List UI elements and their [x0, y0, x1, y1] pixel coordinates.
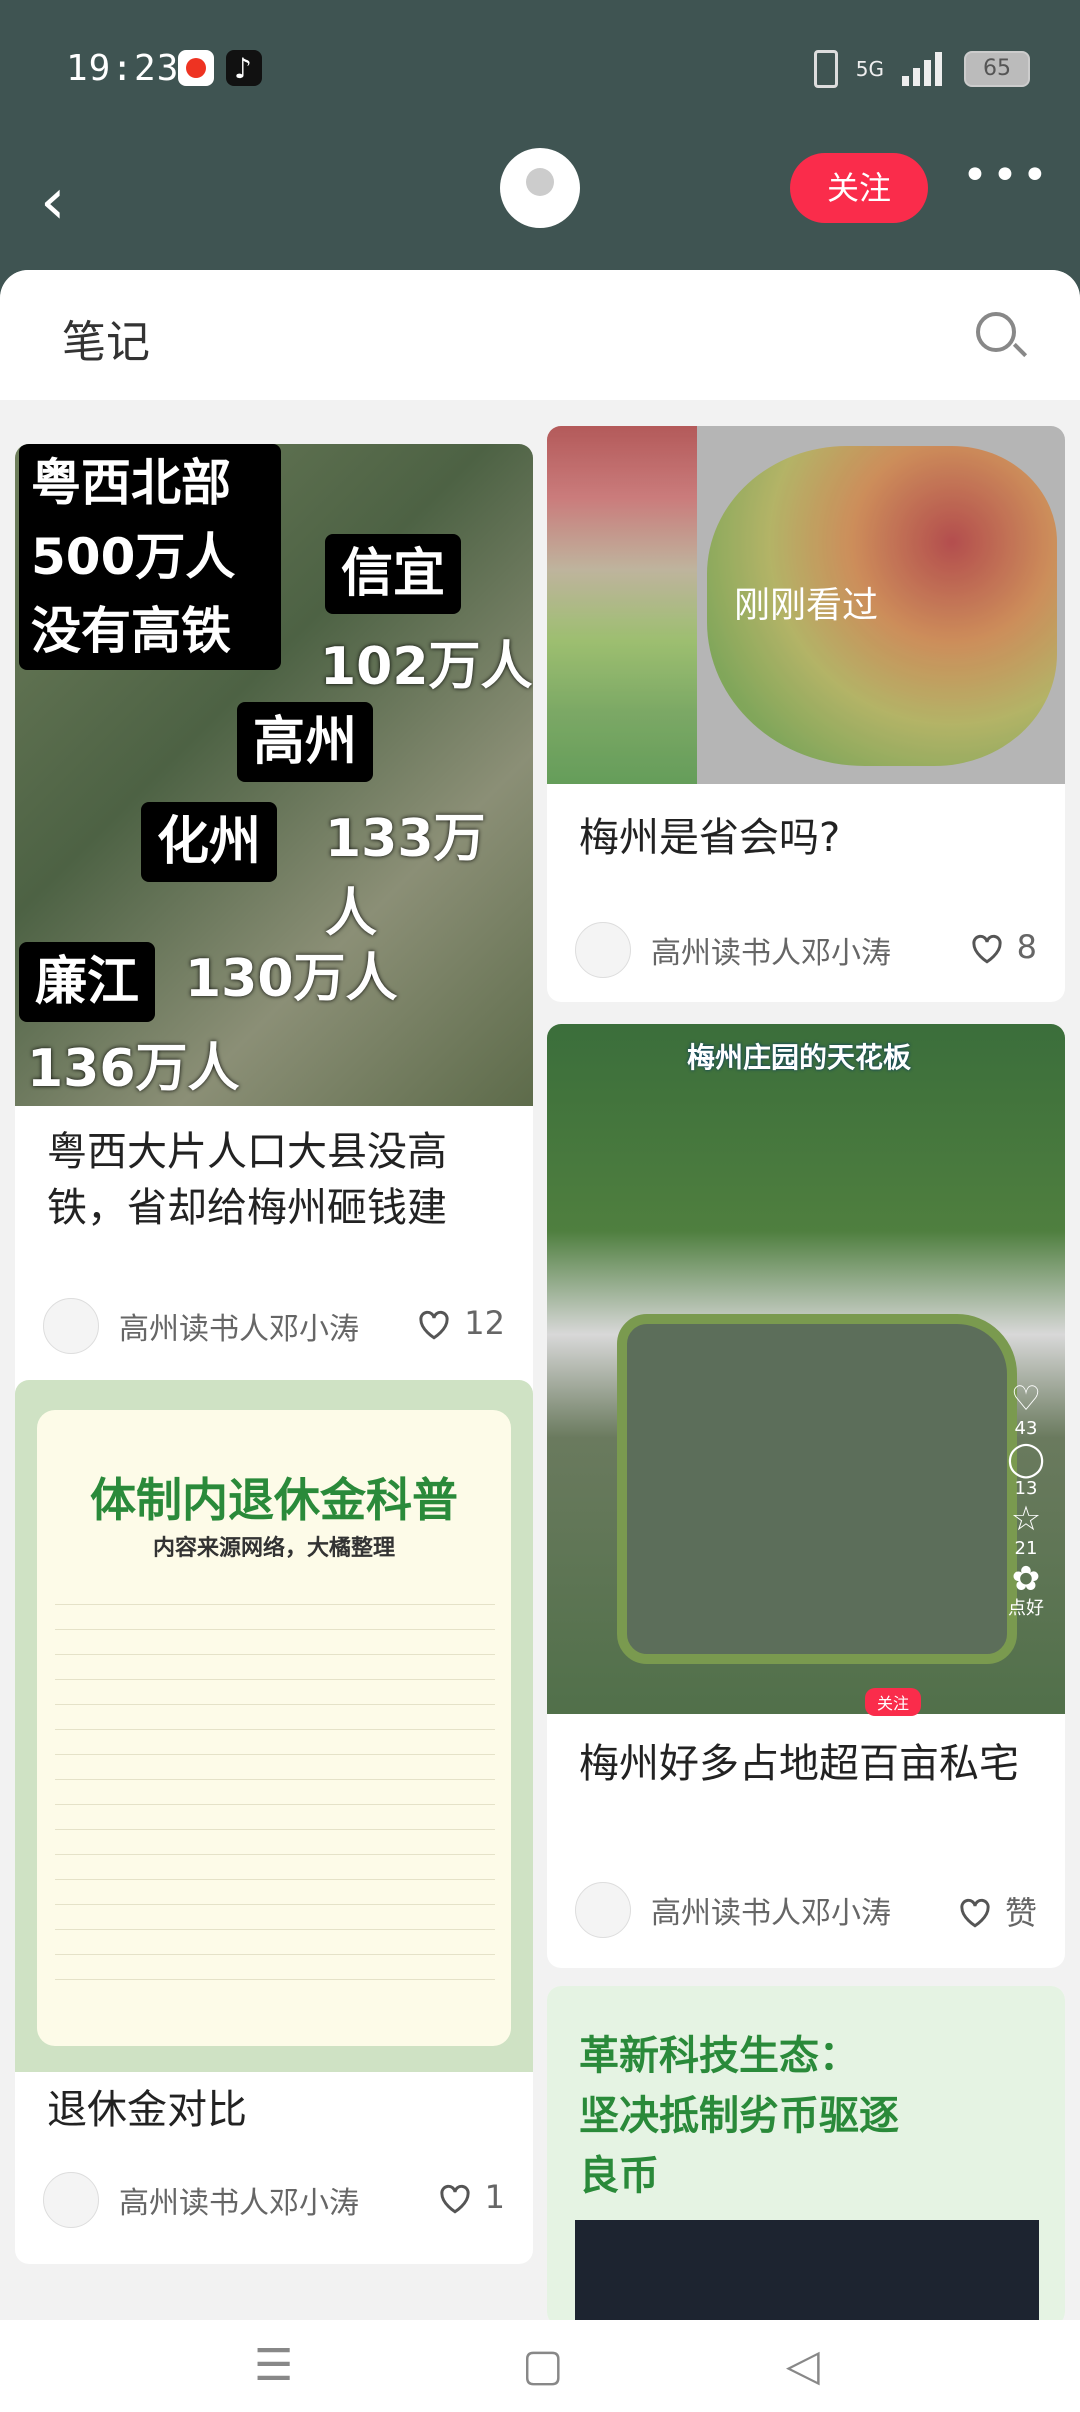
- cover-text: 化州: [141, 802, 278, 882]
- note-title[interactable]: 粤西大片人口大县没高铁，省却给梅州砸钱建: [47, 1124, 501, 1236]
- note-title[interactable]: 梅州好多占地超百亩私宅: [579, 1736, 1033, 1792]
- system-nav-bar: ☰ ▢ ◁: [0, 2320, 1080, 2412]
- like-count: 1: [484, 2178, 505, 2216]
- note-card[interactable]: 革新科技生态： 坚决抵制劣币驱逐 良币: [547, 1986, 1065, 2320]
- avatar: [575, 922, 631, 978]
- cover-text: 良币: [579, 2153, 659, 2199]
- comment-icon[interactable]: ◯: [1001, 1442, 1051, 1476]
- like-button[interactable]: 8: [967, 928, 1037, 966]
- cover-text: 坚决抵制劣币驱逐: [579, 2093, 899, 2139]
- tiktok-icon: [226, 50, 262, 86]
- home-icon[interactable]: ▢: [522, 2340, 564, 2391]
- heart-icon[interactable]: ♡: [1001, 1382, 1051, 1416]
- sheet-header: 笔记: [0, 270, 1080, 400]
- profile-topbar: ‹ 关注 •••: [0, 140, 1080, 270]
- cover-text: 102万人: [320, 637, 533, 697]
- cover-text: 梅州庄园的天花板: [687, 1041, 912, 1074]
- cover-text: 内容来源网络，大橘整理: [152, 1536, 395, 1561]
- note-author[interactable]: 高州读书人邓小涛: [575, 1882, 891, 1938]
- system-icons: 5G 65: [813, 50, 1030, 88]
- back-icon[interactable]: ‹: [40, 170, 66, 234]
- like-button[interactable]: 1: [435, 2178, 505, 2216]
- cover-text: 没有高铁: [31, 602, 231, 660]
- note-author[interactable]: 高州读书人邓小涛: [575, 922, 891, 978]
- heart-icon: [419, 1310, 449, 1340]
- menu-icon[interactable]: ☰: [254, 2340, 293, 2391]
- note-cover-image: 粤西北部 500万人 没有高铁 信宜 102万人 高州 133万人 化州 130…: [15, 444, 533, 1106]
- note-author[interactable]: 高州读书人邓小涛: [43, 2172, 359, 2228]
- note-cover-image: 体制内退休金科普 内容来源网络，大橘整理: [15, 1380, 533, 2072]
- like-count: 12: [464, 1304, 505, 1342]
- like-button[interactable]: 12: [414, 1304, 505, 1342]
- avatar: [43, 2172, 99, 2228]
- like-button[interactable]: 赞: [955, 1888, 1037, 1934]
- note-cover-image: 革新科技生态： 坚决抵制劣币驱逐 良币: [547, 1986, 1065, 2320]
- cover-text: 廉江: [19, 942, 156, 1022]
- cover-text: 高州: [237, 702, 374, 782]
- note-title[interactable]: 退休金对比: [47, 2082, 501, 2138]
- heart-icon: [972, 934, 1002, 964]
- cover-text: 500万人: [31, 528, 236, 586]
- avatar: [575, 1882, 631, 1938]
- follow-button[interactable]: 关注: [790, 153, 928, 223]
- like-count: 8: [1016, 928, 1037, 966]
- note-card[interactable]: 刚刚看过 梅州是省会吗? 高州读书人邓小涛 8: [547, 426, 1065, 1002]
- overlay-follow: 关注: [865, 1688, 922, 1716]
- cover-text: 130万人: [185, 949, 398, 1009]
- video-app-icon: [178, 50, 214, 86]
- more-icon[interactable]: •••: [962, 150, 1052, 201]
- author-name: 高州读书人邓小涛: [119, 1312, 359, 1347]
- search-icon[interactable]: [976, 312, 1016, 352]
- status-bar: 19:23 5G 65: [0, 0, 1080, 140]
- signal-icon: [902, 52, 946, 86]
- battery-indicator: 65: [964, 51, 1030, 87]
- note-author[interactable]: 高州读书人邓小涛: [43, 1298, 359, 1354]
- author-name: 高州读书人邓小涛: [651, 936, 891, 971]
- note-card[interactable]: 体制内退休金科普 内容来源网络，大橘整理 退休金对比 高州读书人邓小涛 1: [15, 1380, 533, 2264]
- overlay-count: 点好: [1008, 1598, 1044, 1619]
- note-card[interactable]: 梅州庄园的天花板 ♡ 43 ◯ 13 ☆ 21 ✿ 点好 关注 梅州好多占地超百…: [547, 1024, 1065, 1968]
- status-time: 19:23: [66, 48, 180, 89]
- recently-viewed-label: 刚刚看过: [733, 585, 878, 626]
- note-card[interactable]: 粤西北部 500万人 没有高铁 信宜 102万人 高州 133万人 化州 130…: [15, 444, 533, 1538]
- page-title: 笔记: [62, 317, 150, 368]
- back-nav-icon[interactable]: ◁: [786, 2340, 820, 2391]
- share-icon[interactable]: ✿: [1001, 1562, 1051, 1596]
- author-name: 高州读书人邓小涛: [651, 1896, 891, 1931]
- heart-icon: [440, 2184, 470, 2214]
- note-cover-image: 刚刚看过: [547, 426, 1065, 784]
- cover-text: 信宜: [325, 534, 462, 614]
- avatar: [43, 1298, 99, 1354]
- note-title[interactable]: 梅州是省会吗?: [579, 810, 1033, 866]
- like-count: 赞: [1004, 1894, 1037, 1932]
- cover-text: 136万人: [27, 1039, 240, 1099]
- author-name: 高州读书人邓小涛: [119, 2186, 359, 2221]
- avatar[interactable]: [500, 148, 580, 228]
- star-icon[interactable]: ☆: [1001, 1502, 1051, 1536]
- cover-text: 粤西北部: [31, 454, 231, 512]
- notes-sheet: 笔记 粤西北部 500万人 没有高铁 信宜 102万人 高州 133万人 化州 …: [0, 270, 1080, 2320]
- cover-text: 体制内退休金科普: [90, 1473, 458, 1527]
- network-label: 5G: [855, 57, 884, 81]
- cover-text: 133万人: [325, 809, 486, 944]
- cover-text: 革新科技生态：: [579, 2033, 859, 2079]
- heart-icon: [960, 1898, 990, 1928]
- note-cover-image: 梅州庄园的天花板 ♡ 43 ◯ 13 ☆ 21 ✿ 点好 关注: [547, 1024, 1065, 1716]
- vibrate-icon: [813, 50, 838, 88]
